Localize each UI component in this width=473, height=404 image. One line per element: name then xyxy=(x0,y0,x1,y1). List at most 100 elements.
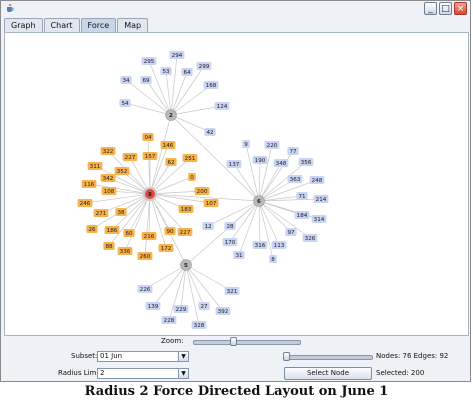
graph-node[interactable]: 97 xyxy=(285,228,297,236)
hub-node-5[interactable]: 5 xyxy=(180,259,192,271)
graph-node[interactable]: 168 xyxy=(203,81,219,89)
graph-node[interactable]: 322 xyxy=(100,147,116,155)
graph-node[interactable]: 69 xyxy=(140,76,152,84)
graph-node[interactable]: 53 xyxy=(160,67,172,75)
graph-node[interactable]: 214 xyxy=(313,195,329,203)
graph-node[interactable]: 172 xyxy=(158,244,174,252)
node-label: 54 xyxy=(121,101,129,107)
graph-node[interactable]: 220 xyxy=(264,141,280,149)
hub-node-6[interactable]: 6 xyxy=(253,195,265,207)
graph-node[interactable]: 228 xyxy=(161,316,177,324)
radius-limit-select[interactable]: 2 ▼ xyxy=(97,368,189,379)
graph-node[interactable]: 38 xyxy=(115,208,127,216)
graph-node[interactable]: 216 xyxy=(141,232,157,240)
graph-node[interactable]: 139 xyxy=(145,302,161,310)
minimize-button[interactable]: _ xyxy=(424,2,437,15)
graph-node[interactable]: 336 xyxy=(117,247,133,255)
graph-node[interactable]: 299 xyxy=(196,62,212,70)
force-graph-canvas[interactable]: 8 2 6 5 294 295 53 64 299 34 69 168 54 124 42 9 220 77 190… xyxy=(4,32,469,336)
graph-node[interactable]: 137 xyxy=(226,160,242,168)
hub-node-8[interactable]: 8 xyxy=(143,187,157,201)
tab-chart[interactable]: Chart xyxy=(43,18,80,32)
zoom-slider-thumb[interactable] xyxy=(230,337,237,346)
graph-node[interactable]: 60 xyxy=(123,229,135,237)
graph-node[interactable]: 314 xyxy=(311,215,327,223)
tab-map[interactable]: Map xyxy=(117,18,149,32)
graph-node[interactable]: 328 xyxy=(191,321,207,329)
force-graph[interactable]: 826529429553 6429934 6916854 124429 22077190… xyxy=(5,33,468,335)
graph-node[interactable]: 295 xyxy=(141,57,157,65)
tab-bar: Graph Chart Force Map xyxy=(4,18,149,32)
graph-node[interactable]: 107 xyxy=(203,199,219,207)
graph-node[interactable]: 326 xyxy=(302,234,318,242)
graph-node[interactable]: 229 xyxy=(173,305,189,313)
graph-node[interactable]: 363 xyxy=(287,175,303,183)
graph-node[interactable]: 12 xyxy=(202,222,214,230)
graph-node[interactable]: 71 xyxy=(296,192,308,200)
graph-node[interactable]: 183 xyxy=(178,205,194,213)
edge xyxy=(258,200,280,246)
graph-node[interactable]: 26 xyxy=(86,225,98,233)
graph-node[interactable]: 271 xyxy=(93,209,109,217)
time-slider-thumb[interactable] xyxy=(283,352,290,361)
node-label: 26 xyxy=(88,227,96,233)
zoom-slider[interactable] xyxy=(193,340,301,345)
graph-node[interactable]: 54 xyxy=(119,99,131,107)
graph-node[interactable]: 227 xyxy=(122,153,138,161)
chevron-down-icon[interactable]: ▼ xyxy=(178,352,188,361)
graph-node[interactable]: 90 xyxy=(164,227,176,235)
time-slider[interactable] xyxy=(284,355,373,360)
graph-node[interactable]: 352 xyxy=(114,167,130,175)
node-label: 321 xyxy=(227,289,238,295)
chevron-down-icon[interactable]: ▼ xyxy=(178,369,188,378)
graph-node[interactable]: 27 xyxy=(198,302,210,310)
tab-graph[interactable]: Graph xyxy=(4,18,43,32)
graph-node[interactable]: 311 xyxy=(87,162,103,170)
graph-node[interactable]: 42 xyxy=(204,128,216,136)
graph-node[interactable]: 62 xyxy=(165,158,177,166)
close-button[interactable]: × xyxy=(454,2,467,15)
graph-node[interactable]: 190 xyxy=(252,156,268,164)
graph-node[interactable]: 77 xyxy=(287,147,299,155)
graph-node[interactable]: 34 xyxy=(120,76,132,84)
graph-node[interactable]: 342 xyxy=(100,174,116,182)
graph-node[interactable]: 392 xyxy=(215,307,231,315)
graph-node[interactable]: 348 xyxy=(273,159,289,167)
graph-node[interactable]: 108 xyxy=(101,187,117,195)
graph-node[interactable]: 316 xyxy=(252,241,268,249)
graph-node[interactable]: 8 xyxy=(269,255,277,263)
node-label: 336 xyxy=(120,249,131,255)
graph-node[interactable]: 226 xyxy=(137,285,153,293)
graph-node[interactable]: 356 xyxy=(298,158,314,166)
graph-node[interactable]: 321 xyxy=(224,287,240,295)
graph-node[interactable]: 248 xyxy=(309,176,325,184)
graph-node[interactable]: 04 xyxy=(142,133,154,141)
maximize-button[interactable]: □ xyxy=(439,2,452,15)
graph-node[interactable]: 64 xyxy=(181,68,193,76)
node-label: 9 xyxy=(244,142,248,148)
graph-node[interactable]: 146 xyxy=(160,141,176,149)
tab-force[interactable]: Force xyxy=(80,18,117,32)
graph-node[interactable]: 113 xyxy=(271,241,287,249)
graph-node[interactable]: 251 xyxy=(182,154,198,162)
select-node-button[interactable]: Select Node xyxy=(284,367,372,380)
graph-node[interactable]: 0 xyxy=(188,173,196,181)
graph-node[interactable]: 170 xyxy=(222,238,238,246)
graph-node[interactable]: 116 xyxy=(81,180,97,188)
edge xyxy=(84,193,151,204)
graph-node[interactable]: 227 xyxy=(177,228,193,236)
graph-node[interactable]: 157 xyxy=(142,152,158,160)
graph-node[interactable]: 200 xyxy=(194,187,210,195)
graph-node[interactable]: 9 xyxy=(242,140,250,148)
graph-node[interactable]: 294 xyxy=(169,51,185,59)
graph-node[interactable]: 186 xyxy=(104,226,120,234)
graph-node[interactable]: 124 xyxy=(214,102,230,110)
graph-node[interactable]: 88 xyxy=(103,242,115,250)
graph-node[interactable]: 31 xyxy=(233,251,245,259)
graph-node[interactable]: 246 xyxy=(77,199,93,207)
graph-node[interactable]: 28 xyxy=(224,222,236,230)
subset-select[interactable]: 01 Jun ▼ xyxy=(97,351,189,362)
graph-node[interactable]: 184 xyxy=(294,211,310,219)
graph-node[interactable]: 260 xyxy=(137,252,153,260)
hub-node-2[interactable]: 2 xyxy=(165,109,177,121)
